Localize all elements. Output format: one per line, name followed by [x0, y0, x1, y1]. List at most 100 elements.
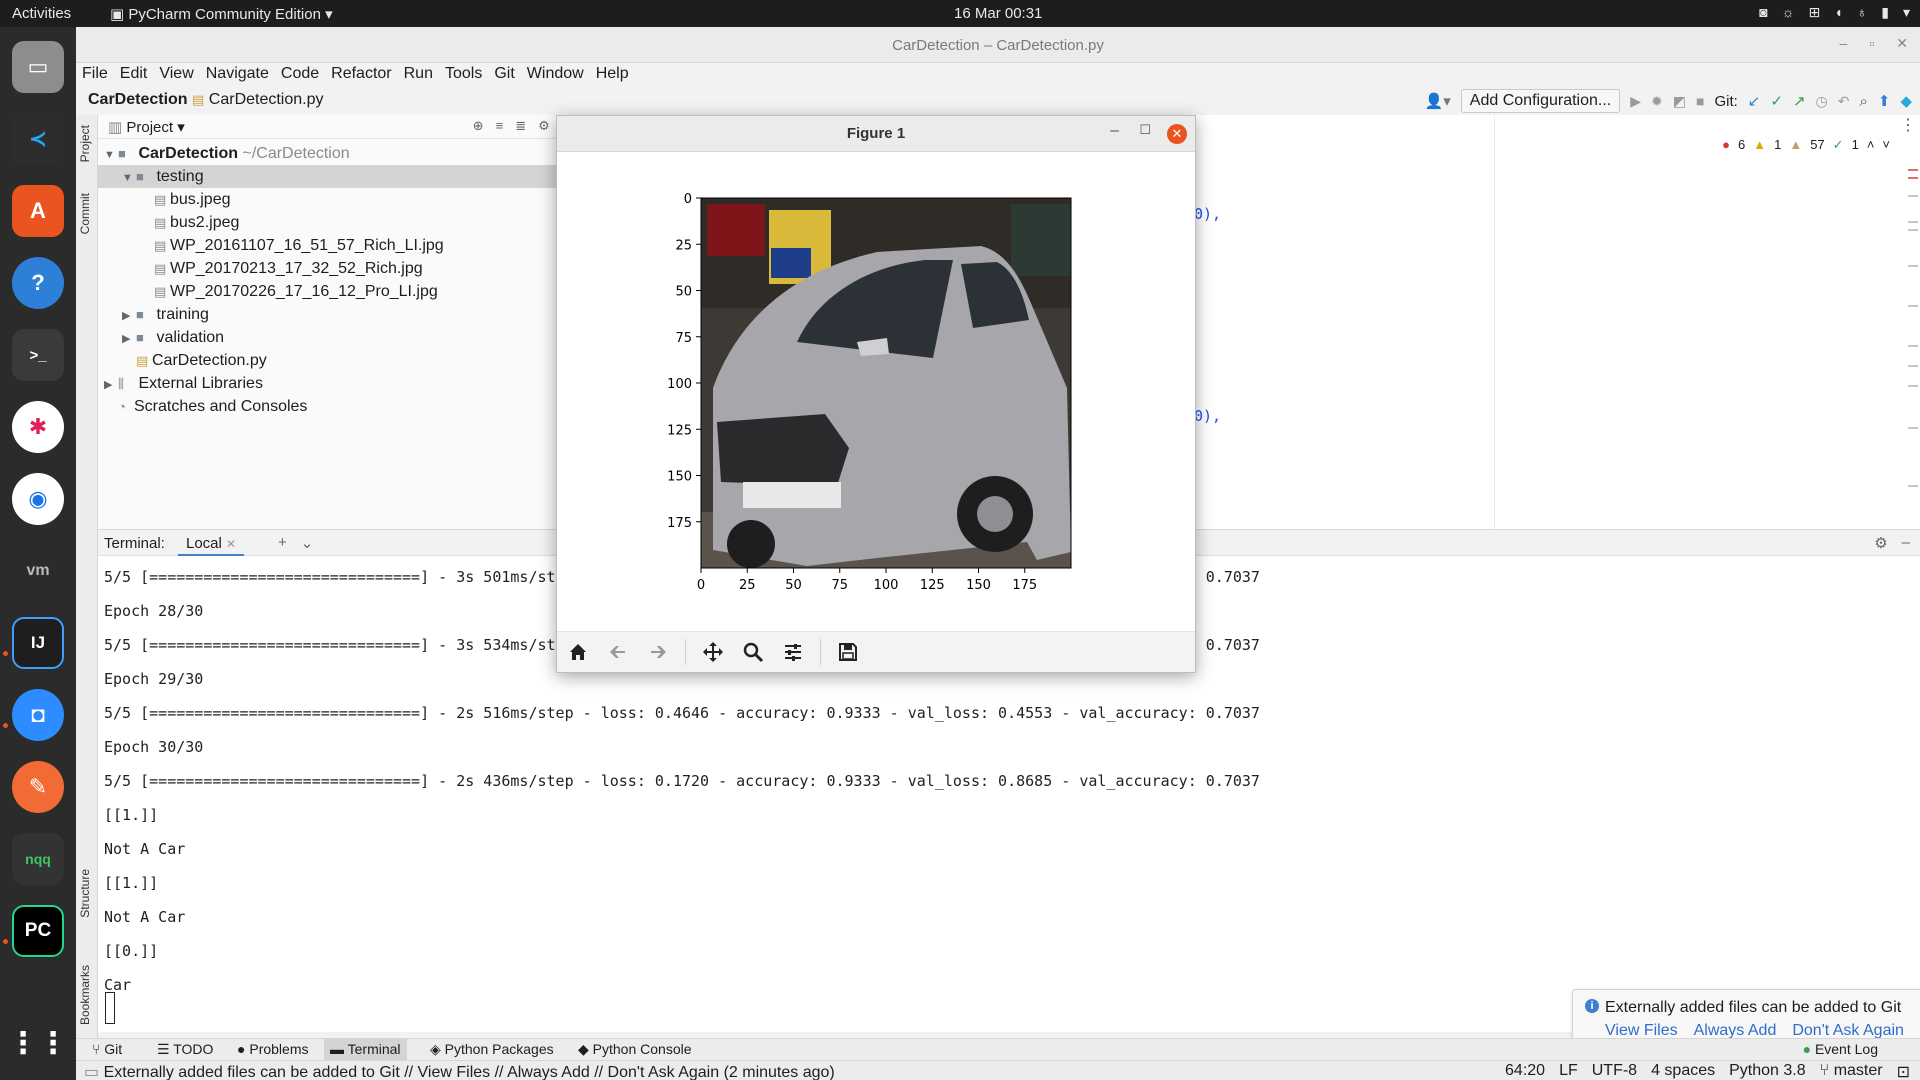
clock[interactable]: 16 Mar 00:31	[954, 5, 1042, 22]
back-icon[interactable]	[605, 639, 631, 665]
minimize-button[interactable]: –	[1840, 35, 1848, 52]
ide-update-icon[interactable]: ⬆	[1878, 92, 1891, 110]
status-message[interactable]: ▭ Externally added files can be added to…	[84, 1062, 835, 1080]
git-push-icon[interactable]: ↗	[1793, 92, 1806, 110]
chevron-down-icon[interactable]: ▼	[122, 167, 136, 190]
system-tray[interactable]: ◙ ☼ ⊞ ◖ ♁ ▮ ▾	[1759, 4, 1910, 21]
zoom-icon[interactable]	[740, 639, 766, 665]
nqq-icon[interactable]: nqq	[12, 833, 64, 885]
bookmarks-tool-tab[interactable]: Bookmarks	[78, 965, 92, 1025]
terminal-app-icon[interactable]: >_	[12, 329, 64, 381]
chrome-icon[interactable]: ◉	[12, 473, 64, 525]
error-stripe[interactable]	[1906, 155, 1920, 529]
code-editor[interactable]: 0), 0), ● 6 ▲ 1 ▲ 57 ✓ 1 ˄ ˅ ⋮	[1194, 115, 1920, 529]
git-branch[interactable]: ⑂ master	[1820, 1062, 1883, 1080]
more-actions-icon[interactable]: ⋮	[1900, 115, 1916, 135]
help-icon[interactable]: ?	[12, 257, 64, 309]
debug-icon[interactable]: ✹	[1651, 93, 1663, 110]
show-apps-icon[interactable]: ⋮⋮	[8, 1017, 68, 1069]
lock-icon[interactable]: ⊡	[1897, 1062, 1910, 1080]
microphone-icon[interactable]: ♁	[1857, 4, 1868, 21]
chevron-right-icon[interactable]: ▶	[122, 305, 136, 328]
jetbrains-icon[interactable]: ◆	[1900, 92, 1912, 110]
tree-folder-training[interactable]: ▶ ■ training	[98, 303, 576, 326]
collapse-all-icon[interactable]: ≣	[515, 118, 526, 134]
menu-view[interactable]: View	[153, 63, 199, 85]
tree-root[interactable]: ▼ ■ CarDetection ~/CarDetection	[98, 142, 576, 165]
minimize-button[interactable]: –	[1110, 122, 1119, 140]
locate-icon[interactable]: ⊕	[473, 118, 484, 134]
software-center-icon[interactable]: A	[12, 185, 64, 237]
close-button[interactable]: ✕	[1167, 124, 1187, 144]
battery-icon[interactable]: ▮	[1881, 4, 1889, 21]
search-everywhere-icon[interactable]: ⌕	[1859, 93, 1867, 110]
project-tool-tab[interactable]: Project	[78, 125, 92, 162]
maximize-button[interactable]: ☐	[1139, 122, 1151, 138]
zoom-app-icon[interactable]: ◘	[12, 689, 64, 741]
menu-run[interactable]: Run	[398, 63, 439, 85]
close-tab-icon[interactable]: ✕	[226, 537, 236, 551]
tree-file[interactable]: ▤ WP_20161107_16_51_57_Rich_LI.jpg	[98, 234, 576, 257]
tool-tab-git[interactable]: ⑂ Git	[86, 1039, 128, 1060]
git-update-icon[interactable]: ↙	[1748, 92, 1761, 110]
maximize-button[interactable]: ▫	[1869, 35, 1874, 52]
figure-canvas[interactable]: 0 25 50 75 100 125 150 175 0 25 50 75 100 125 150 175	[557, 152, 1195, 631]
vscode-icon[interactable]: ≺	[12, 113, 64, 165]
save-icon[interactable]	[835, 639, 861, 665]
breadcrumb-project[interactable]: CarDetection	[88, 91, 188, 108]
activities-button[interactable]: Activities	[12, 5, 71, 22]
chevron-down-icon[interactable]: ▼	[104, 144, 118, 167]
stop-icon[interactable]: ■	[1696, 93, 1704, 109]
tool-tab-terminal[interactable]: ▬ Terminal	[324, 1039, 407, 1060]
tool-tab-problems[interactable]: ● Problems	[231, 1039, 315, 1060]
tree-file[interactable]: ▤ bus.jpeg	[98, 188, 576, 211]
menu-tools[interactable]: Tools	[439, 63, 488, 85]
chevron-down-icon[interactable]: ˅	[1882, 137, 1890, 153]
tool-tab-python-console[interactable]: ◆ Python Console	[572, 1039, 698, 1060]
power-menu-icon[interactable]: ▾	[1903, 4, 1910, 21]
file-encoding[interactable]: UTF-8	[1592, 1062, 1637, 1080]
tree-file[interactable]: ▤ WP_20170226_17_16_12_Pro_LI.jpg	[98, 280, 576, 303]
settings-gear-icon[interactable]: ⚙	[538, 118, 550, 134]
settings-gear-icon[interactable]: ⚙	[1874, 534, 1887, 552]
tab-local[interactable]: Local ✕	[178, 530, 245, 557]
breadcrumb-file[interactable]: CarDetection.py	[209, 91, 324, 108]
postman-icon[interactable]: ✎	[12, 761, 64, 813]
screen-share-icon[interactable]: ◙	[1759, 4, 1767, 21]
hide-icon[interactable]: –	[1902, 534, 1910, 552]
app-menu[interactable]: ▣ PyCharm Community Edition ▾	[110, 5, 333, 23]
tree-file-python[interactable]: ▤ CarDetection.py	[98, 349, 576, 372]
intellij-icon[interactable]: IJ	[12, 617, 64, 669]
pan-icon[interactable]	[700, 639, 726, 665]
tree-folder-validation[interactable]: ▶ ■ validation	[98, 326, 576, 349]
home-icon[interactable]	[565, 639, 591, 665]
tree-file[interactable]: ▤ bus2.jpeg	[98, 211, 576, 234]
network-icon[interactable]: ⊞	[1809, 4, 1821, 21]
files-icon[interactable]: ▭	[12, 41, 64, 93]
menu-code[interactable]: Code	[275, 63, 325, 85]
coverage-icon[interactable]: ◩	[1673, 93, 1686, 110]
structure-tool-tab[interactable]: Structure	[78, 869, 92, 918]
tree-folder-testing[interactable]: ▼ ■ testing	[98, 165, 576, 188]
git-commit-icon[interactable]: ✓	[1770, 92, 1783, 110]
pycharm-icon[interactable]: PC	[12, 905, 64, 957]
run-icon[interactable]: ▶	[1630, 93, 1641, 110]
chevron-right-icon[interactable]: ▶	[122, 328, 136, 351]
brightness-icon[interactable]: ☼	[1782, 4, 1795, 21]
menu-file[interactable]: File	[76, 63, 114, 85]
menu-git[interactable]: Git	[488, 63, 520, 85]
expand-all-icon[interactable]: ≡	[496, 118, 504, 134]
vmware-icon[interactable]: vm	[12, 545, 64, 597]
indent-setting[interactable]: 4 spaces	[1651, 1062, 1715, 1080]
inspection-widget[interactable]: ● 6 ▲ 1 ▲ 57 ✓ 1 ˄ ˅	[1722, 137, 1890, 153]
tool-tab-python-packages[interactable]: ◈ Python Packages	[424, 1039, 560, 1060]
tree-scratches[interactable]: ◔ Scratches and Consoles	[98, 395, 576, 418]
commit-tool-tab[interactable]: Commit	[78, 193, 92, 234]
menu-window[interactable]: Window	[521, 63, 590, 85]
chevron-down-icon[interactable]: ⌄	[301, 534, 314, 552]
menu-edit[interactable]: Edit	[114, 63, 154, 85]
tree-external-libraries[interactable]: ▶ ⫼ External Libraries	[98, 372, 576, 395]
add-configuration-button[interactable]: Add Configuration...	[1460, 89, 1621, 113]
slack-icon[interactable]: ✱	[12, 401, 64, 453]
menu-help[interactable]: Help	[590, 63, 635, 85]
